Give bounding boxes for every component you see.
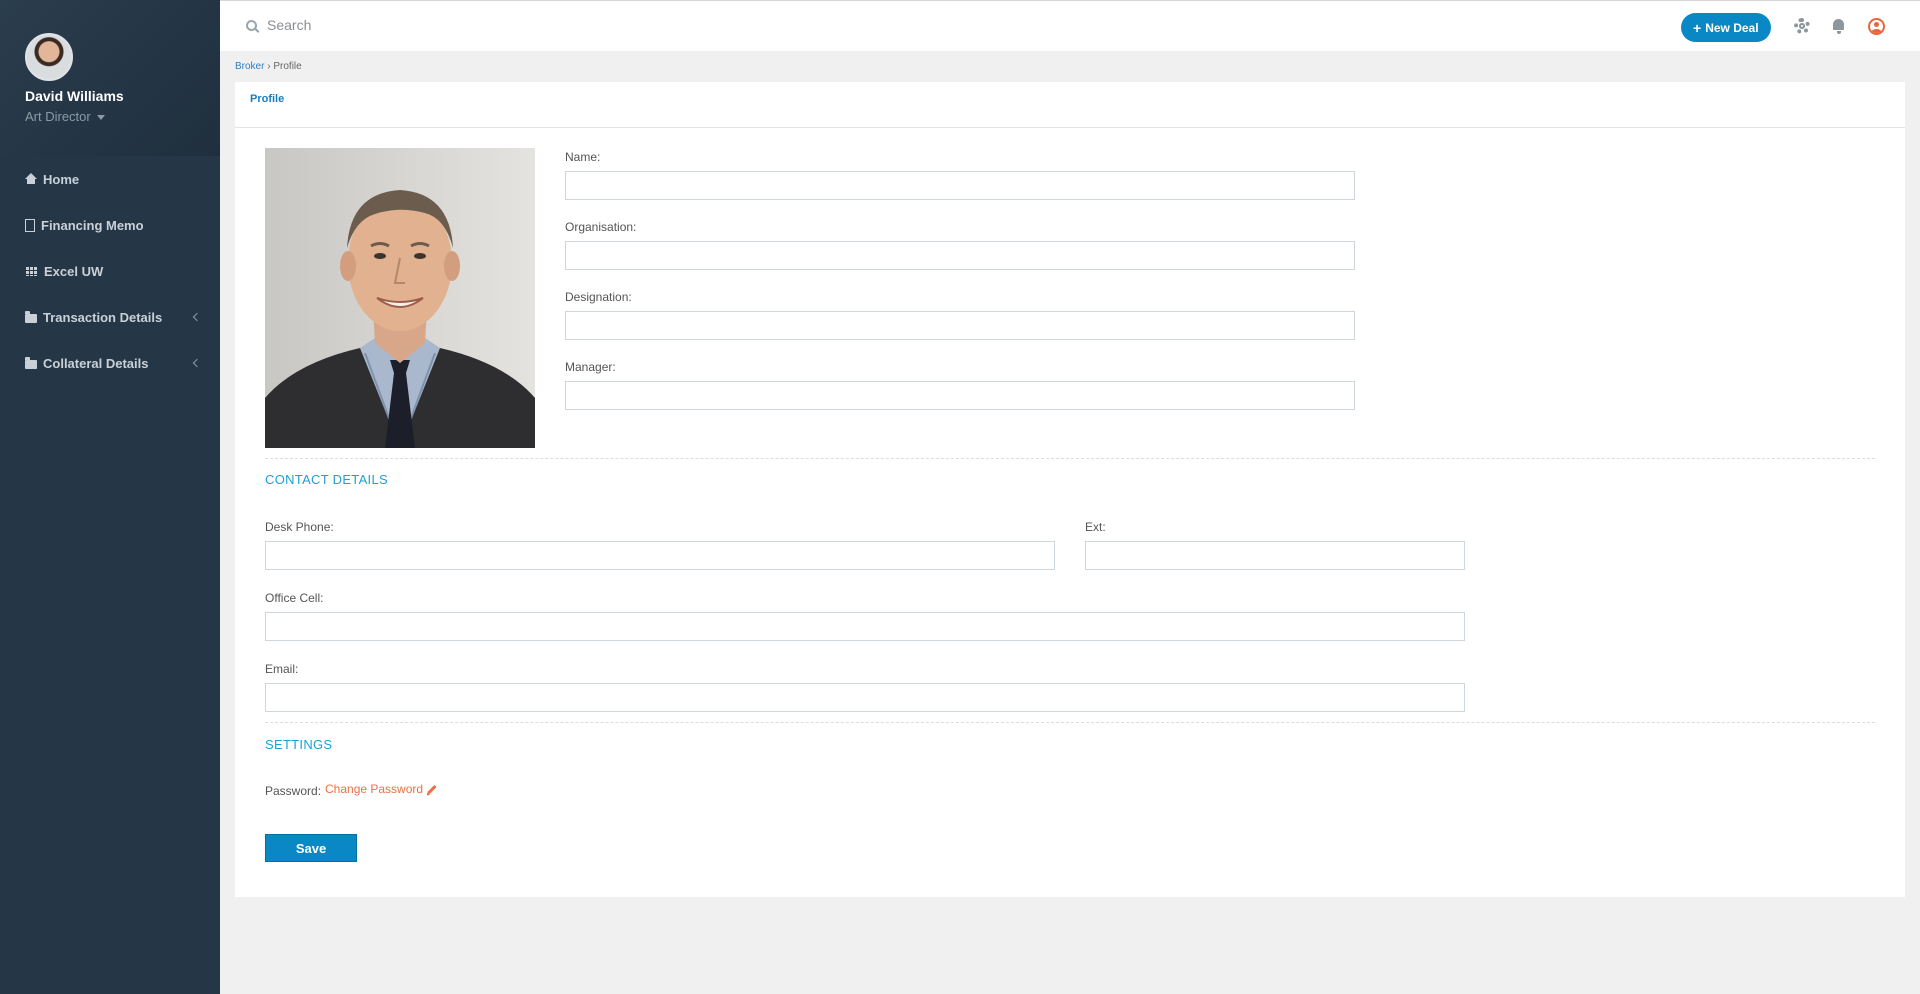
user-circle-icon[interactable] bbox=[1868, 18, 1885, 35]
profile-photo bbox=[265, 148, 535, 448]
new-deal-label: New Deal bbox=[1705, 20, 1759, 35]
user-role-dropdown[interactable]: Art Director bbox=[25, 109, 220, 124]
search-bar bbox=[246, 17, 667, 33]
caret-down-icon bbox=[96, 115, 105, 120]
contact-details-title: CONTACT DETAILS bbox=[265, 472, 388, 487]
desk-phone-field[interactable] bbox=[265, 541, 1055, 570]
designation-field[interactable] bbox=[565, 311, 1355, 340]
office-cell-label: Office Cell: bbox=[265, 591, 324, 605]
settings-title: SETTINGS bbox=[265, 737, 333, 752]
sidebar-item-excel-uw[interactable]: Excel UW bbox=[0, 248, 220, 294]
sidebar-item-financing-memo[interactable]: Financing Memo bbox=[0, 202, 220, 248]
bell-icon[interactable] bbox=[1831, 18, 1847, 34]
gear-icon[interactable] bbox=[1794, 18, 1810, 34]
email-field[interactable] bbox=[265, 683, 1465, 712]
change-password-label: Change Password bbox=[325, 782, 424, 796]
name-field[interactable] bbox=[565, 171, 1355, 200]
sidebar-item-label: Home bbox=[43, 171, 80, 187]
sidebar-item-home[interactable]: Home bbox=[0, 156, 220, 202]
avatar[interactable] bbox=[25, 33, 73, 81]
organisation-field[interactable] bbox=[565, 241, 1355, 270]
designation-label: Designation: bbox=[565, 290, 632, 304]
manager-label: Manager: bbox=[565, 360, 616, 374]
section-divider bbox=[265, 722, 1875, 723]
user-role-label: Art Director bbox=[25, 109, 91, 124]
sidebar-item-label: Financing Memo bbox=[41, 217, 144, 233]
sidebar-nav: Home Financing Memo Excel UW Transaction… bbox=[0, 156, 220, 386]
password-label: Password: bbox=[265, 784, 322, 798]
document-icon bbox=[25, 218, 35, 232]
chevron-left-icon bbox=[192, 358, 202, 368]
search-icon bbox=[246, 19, 257, 31]
office-cell-field[interactable] bbox=[265, 612, 1465, 641]
sidebar-item-label: Excel UW bbox=[44, 263, 104, 279]
ext-field[interactable] bbox=[1085, 541, 1465, 570]
search-input[interactable] bbox=[267, 17, 667, 33]
sidebar-item-transaction-details[interactable]: Transaction Details bbox=[0, 294, 220, 340]
sidebar-item-collateral-details[interactable]: Collateral Details bbox=[0, 340, 220, 386]
chevron-left-icon bbox=[192, 312, 202, 322]
profile-card: Profile Name: Organisation: Designation:… bbox=[235, 82, 1905, 897]
folder-icon bbox=[25, 310, 37, 323]
tab-profile[interactable]: Profile bbox=[250, 93, 284, 105]
card-tabs: Profile bbox=[235, 82, 1905, 128]
save-button[interactable]: Save bbox=[265, 834, 357, 862]
profile-photo-image bbox=[265, 148, 535, 448]
name-label: Name: bbox=[565, 150, 601, 164]
home-icon bbox=[25, 173, 37, 184]
grid-icon bbox=[25, 266, 38, 276]
topbar: + New Deal bbox=[220, 0, 1920, 51]
ext-label: Ext: bbox=[1085, 520, 1106, 534]
section-divider bbox=[265, 458, 1875, 459]
desk-phone-label: Desk Phone: bbox=[265, 520, 334, 534]
new-deal-button[interactable]: + New Deal bbox=[1681, 13, 1771, 42]
sidebar-item-label: Transaction Details bbox=[43, 309, 163, 325]
breadcrumb-current: Profile bbox=[273, 61, 302, 72]
breadcrumb-broker-link[interactable]: Broker bbox=[235, 61, 264, 72]
breadcrumb: Broker › Profile bbox=[235, 61, 302, 72]
user-profile-block: David Williams Art Director bbox=[0, 0, 220, 156]
folder-icon bbox=[25, 356, 37, 369]
plus-icon: + bbox=[1693, 19, 1702, 36]
sidebar: David Williams Art Director Home Financi… bbox=[0, 0, 220, 994]
change-password-link[interactable]: Change Password bbox=[325, 782, 437, 796]
breadcrumb-separator: › bbox=[267, 61, 271, 72]
sidebar-item-label: Collateral Details bbox=[43, 355, 149, 371]
pencil-icon bbox=[427, 784, 437, 794]
email-label: Email: bbox=[265, 662, 299, 676]
user-name: David Williams bbox=[25, 88, 124, 104]
manager-field[interactable] bbox=[565, 381, 1355, 410]
organisation-label: Organisation: bbox=[565, 220, 637, 234]
